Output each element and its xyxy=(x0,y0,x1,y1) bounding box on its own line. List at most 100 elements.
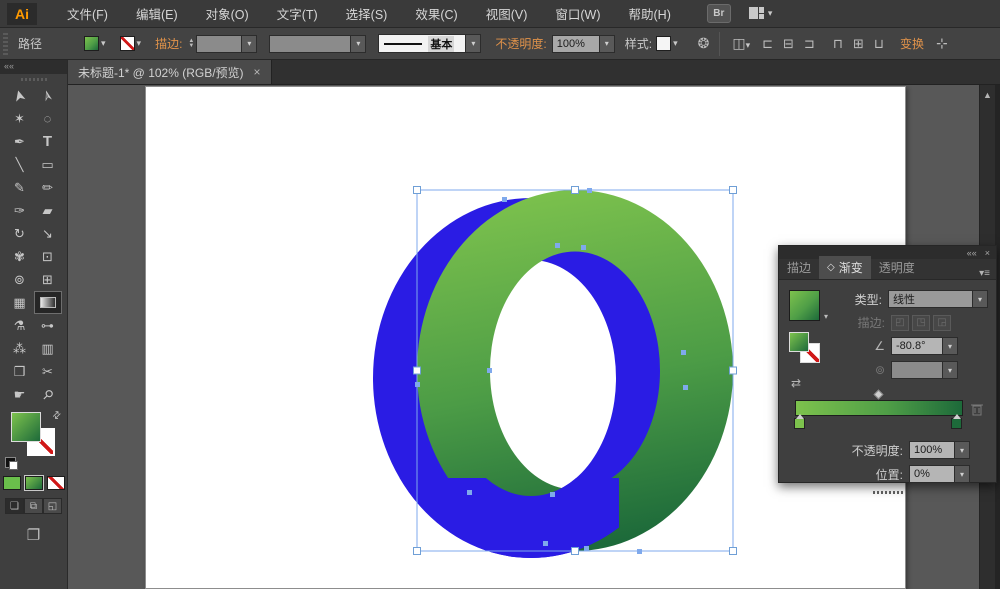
align-center-h-icon[interactable]: ⊟ xyxy=(783,36,794,52)
document-tab[interactable]: 未标题-1* @ 102% (RGB/预览) × xyxy=(68,60,272,84)
chevron-down-icon[interactable]: ▾ xyxy=(973,290,988,308)
screen-mode-button[interactable]: ❐ xyxy=(0,526,67,544)
stroke-weight-stepper[interactable]: ▲▼ xyxy=(188,39,194,49)
menu-select[interactable]: 选择(S) xyxy=(332,0,402,29)
align-left-icon[interactable]: ⊏ xyxy=(762,36,773,52)
menu-view[interactable]: 视图(V) xyxy=(472,0,542,29)
recolor-artwork-icon[interactable]: ❂ xyxy=(698,35,710,52)
gradient-type-combo[interactable]: 线性 ▾ xyxy=(888,290,988,308)
mesh-tool[interactable]: ▦ xyxy=(6,291,34,314)
menu-help[interactable]: 帮助(H) xyxy=(615,0,685,29)
reverse-gradient-icon[interactable]: ⇄ xyxy=(791,376,801,390)
direct-selection-tool[interactable]: ➢ xyxy=(34,84,62,107)
stroke-weight-combo[interactable]: ▾ xyxy=(196,35,257,53)
opacity-panel-link[interactable]: 不透明度: xyxy=(495,35,546,52)
gradient-midpoint-handle[interactable] xyxy=(874,390,884,400)
style-swatch[interactable] xyxy=(656,36,671,51)
swap-fill-stroke-icon[interactable]: ⇄ xyxy=(50,409,64,423)
blend-tool[interactable]: ⊶ xyxy=(34,314,62,337)
close-tab-icon[interactable]: × xyxy=(254,65,261,79)
paintbrush-tool[interactable]: ✎ xyxy=(6,176,34,199)
stroke-panel-link[interactable]: 描边: xyxy=(155,35,182,52)
pen-tool[interactable]: ✒ xyxy=(6,130,34,153)
perspective-grid-tool[interactable]: ⊞ xyxy=(34,268,62,291)
fill-proxy-swatch[interactable] xyxy=(11,412,41,442)
chevron-down-icon[interactable]: ▾ xyxy=(242,35,257,53)
fill-proxy-swatch[interactable] xyxy=(789,332,809,352)
opacity-combo[interactable]: 100% ▾ xyxy=(552,35,615,53)
panel-resize-grip[interactable] xyxy=(873,491,903,494)
menu-file[interactable]: 文件(F) xyxy=(53,0,122,29)
pencil-tool[interactable]: ✏ xyxy=(34,176,62,199)
chevron-down-icon[interactable]: ▾ xyxy=(955,441,970,459)
stop-opacity-combo[interactable]: 100% ▾ xyxy=(909,441,970,459)
menu-type[interactable]: 文字(T) xyxy=(263,0,332,29)
none-button[interactable] xyxy=(47,476,65,490)
column-graph-tool[interactable]: ▥ xyxy=(34,337,62,360)
collapse-panel-icon[interactable]: «« xyxy=(0,60,67,74)
tab-transparency[interactable]: 透明度 xyxy=(871,256,923,279)
selection-tool[interactable]: ➤ xyxy=(6,84,34,107)
align-top-icon[interactable]: ⊓ xyxy=(833,36,843,52)
draw-inside-mode[interactable]: ◱ xyxy=(43,498,62,514)
hand-tool[interactable]: ☛ xyxy=(6,383,34,406)
panel-grip-icon[interactable] xyxy=(3,33,8,55)
stroke-none-swatch[interactable] xyxy=(120,36,135,51)
color-button[interactable] xyxy=(3,476,21,490)
width-tool[interactable]: ✾ xyxy=(6,245,34,268)
align-bottom-icon[interactable]: ⊔ xyxy=(874,36,884,52)
fill-swatch[interactable] xyxy=(84,36,99,51)
stroke-color-combo[interactable]: ▾ xyxy=(120,36,142,51)
eraser-tool[interactable]: ▰ xyxy=(34,199,62,222)
transform-panel-link[interactable]: 变换 xyxy=(900,35,924,52)
tab-stroke[interactable]: 描边 xyxy=(779,256,819,279)
artwork-rings[interactable] xyxy=(373,190,733,558)
workspace-switcher[interactable]: ▾ xyxy=(749,7,773,20)
collapse-panel-icon[interactable]: «« xyxy=(967,248,977,258)
scroll-up-icon[interactable]: ▲ xyxy=(980,85,995,100)
symbol-sprayer-tool[interactable]: ⁂ xyxy=(6,337,34,360)
brush-definition-combo[interactable]: 基本 ▾ xyxy=(378,34,481,53)
rectangle-tool[interactable]: ▭ xyxy=(34,153,62,176)
close-panel-icon[interactable]: × xyxy=(985,248,990,258)
draw-normal-mode[interactable]: ❏ xyxy=(5,498,24,514)
gradient-preview-swatch[interactable] xyxy=(789,290,820,321)
gradient-angle-combo[interactable]: -80.8° ▾ xyxy=(891,337,958,355)
panel-grip-icon[interactable] xyxy=(0,74,67,84)
menu-window[interactable]: 窗口(W) xyxy=(541,0,614,29)
gradient-stop-dark-green[interactable] xyxy=(951,418,962,429)
stop-position-combo[interactable]: 0% ▾ xyxy=(909,465,970,483)
rotate-tool[interactable]: ↻ xyxy=(6,222,34,245)
tab-gradient[interactable]: ◇ 渐变 xyxy=(819,256,871,279)
menu-object[interactable]: 对象(O) xyxy=(192,0,263,29)
slice-tool[interactable]: ✂ xyxy=(34,360,62,383)
line-segment-tool[interactable]: ╲ xyxy=(6,153,34,176)
bridge-button[interactable]: Br xyxy=(707,4,731,23)
zoom-tool[interactable]: ⚲ xyxy=(34,383,62,406)
eyedropper-tool[interactable]: ⚗ xyxy=(6,314,34,337)
shape-builder-tool[interactable]: ⊚ xyxy=(6,268,34,291)
chevron-down-icon[interactable]: ▾ xyxy=(824,312,828,321)
chevron-down-icon[interactable]: ▾ xyxy=(600,35,615,53)
gradient-button[interactable] xyxy=(25,476,43,490)
menu-edit[interactable]: 编辑(E) xyxy=(122,0,192,29)
chevron-down-icon[interactable]: ▾ xyxy=(466,34,481,53)
fill-color-combo[interactable]: ▾ xyxy=(84,36,106,51)
artboard-tool[interactable]: ❒ xyxy=(6,360,34,383)
chevron-down-icon[interactable]: ▾ xyxy=(955,465,970,483)
scale-tool[interactable]: ↘ xyxy=(34,222,62,245)
align-middle-v-icon[interactable]: ⊞ xyxy=(853,36,864,52)
free-transform-tool[interactable]: ⊡ xyxy=(34,245,62,268)
chevron-down-icon[interactable]: ▾ xyxy=(943,337,958,355)
align-to-selection-dropdown[interactable]: ◫▾ xyxy=(732,35,750,52)
gradient-stop-light-green[interactable] xyxy=(794,418,805,429)
default-fill-stroke-icon[interactable] xyxy=(5,457,16,468)
draw-behind-mode[interactable]: ⧉ xyxy=(24,498,43,514)
fit-icon[interactable]: ⊹ xyxy=(936,35,948,52)
panel-menu-icon[interactable]: ▾≡ xyxy=(979,268,996,279)
magic-wand-tool[interactable]: ✶ xyxy=(6,107,34,130)
align-right-icon[interactable]: ⊐ xyxy=(804,36,815,52)
gradient-ramp[interactable] xyxy=(795,400,963,416)
style-combo[interactable]: ▾ xyxy=(656,36,678,51)
menu-effect[interactable]: 效果(C) xyxy=(401,0,471,29)
